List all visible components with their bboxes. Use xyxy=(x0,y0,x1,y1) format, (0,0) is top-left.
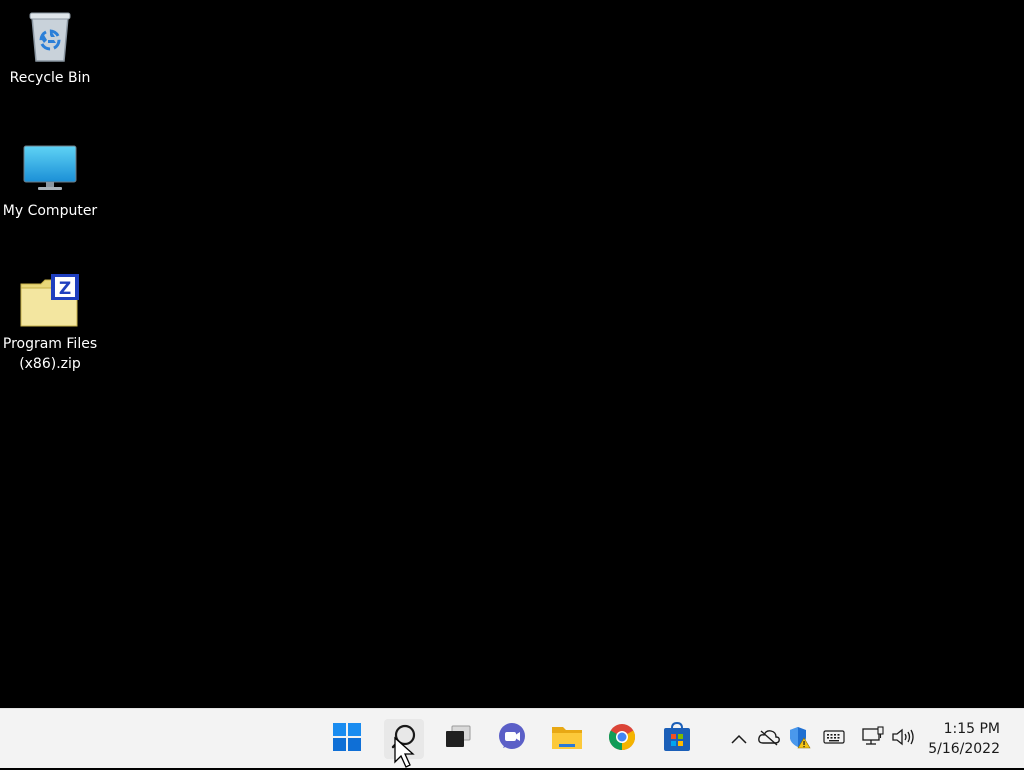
desktop-icon-my-computer[interactable]: My Computer xyxy=(0,141,100,221)
taskbar: 1:15 PM 5/16/2022 xyxy=(0,708,1024,768)
onedrive-icon xyxy=(757,728,781,750)
microsoft-store-button[interactable] xyxy=(657,719,697,759)
desktop-icon-program-files-zip[interactable]: Z Program Files (x86).zip xyxy=(0,274,100,374)
keyboard-icon xyxy=(823,729,845,749)
network-tray-button[interactable] xyxy=(861,726,885,752)
svg-text:Z: Z xyxy=(59,279,71,299)
chrome-icon xyxy=(607,722,637,756)
clock[interactable]: 1:15 PM 5/16/2022 xyxy=(920,719,1000,759)
desktop-icon-label: My Computer xyxy=(2,203,98,219)
desktop-icon-recycle-bin[interactable]: Recycle Bin xyxy=(0,8,100,88)
folder-icon xyxy=(551,723,583,755)
clock-time: 1:15 PM xyxy=(943,721,1000,737)
volume-icon xyxy=(891,727,915,751)
desktop-icon-label: Program Files (x86).zip xyxy=(2,336,98,372)
chat-icon xyxy=(497,722,527,756)
chat-button[interactable] xyxy=(492,719,532,759)
mouse-cursor-icon xyxy=(394,736,415,768)
volume-tray-button[interactable] xyxy=(891,727,915,751)
store-icon xyxy=(662,721,692,756)
start-button[interactable] xyxy=(327,719,367,759)
task-view-icon xyxy=(442,724,472,754)
network-icon xyxy=(861,726,885,752)
security-tray-button[interactable] xyxy=(787,727,811,751)
chevron-up-icon xyxy=(730,730,748,749)
clock-date: 5/16/2022 xyxy=(928,741,1000,757)
desktop-icon-label: Recycle Bin xyxy=(9,70,91,86)
onedrive-tray-button[interactable] xyxy=(757,727,781,751)
file-explorer-button[interactable] xyxy=(547,719,587,759)
windows-start-icon xyxy=(332,722,362,756)
chrome-button[interactable] xyxy=(602,719,642,759)
show-hidden-icons-button[interactable] xyxy=(727,727,751,751)
monitor-icon xyxy=(19,141,81,197)
recycle-bin-icon xyxy=(19,8,81,64)
desktop: Recycle Bin My Computer Z Program Files … xyxy=(0,0,1024,708)
zip-folder-icon: Z xyxy=(19,274,81,330)
task-view-button[interactable] xyxy=(437,719,477,759)
security-icon xyxy=(787,725,811,753)
keyboard-tray-button[interactable] xyxy=(822,727,846,751)
